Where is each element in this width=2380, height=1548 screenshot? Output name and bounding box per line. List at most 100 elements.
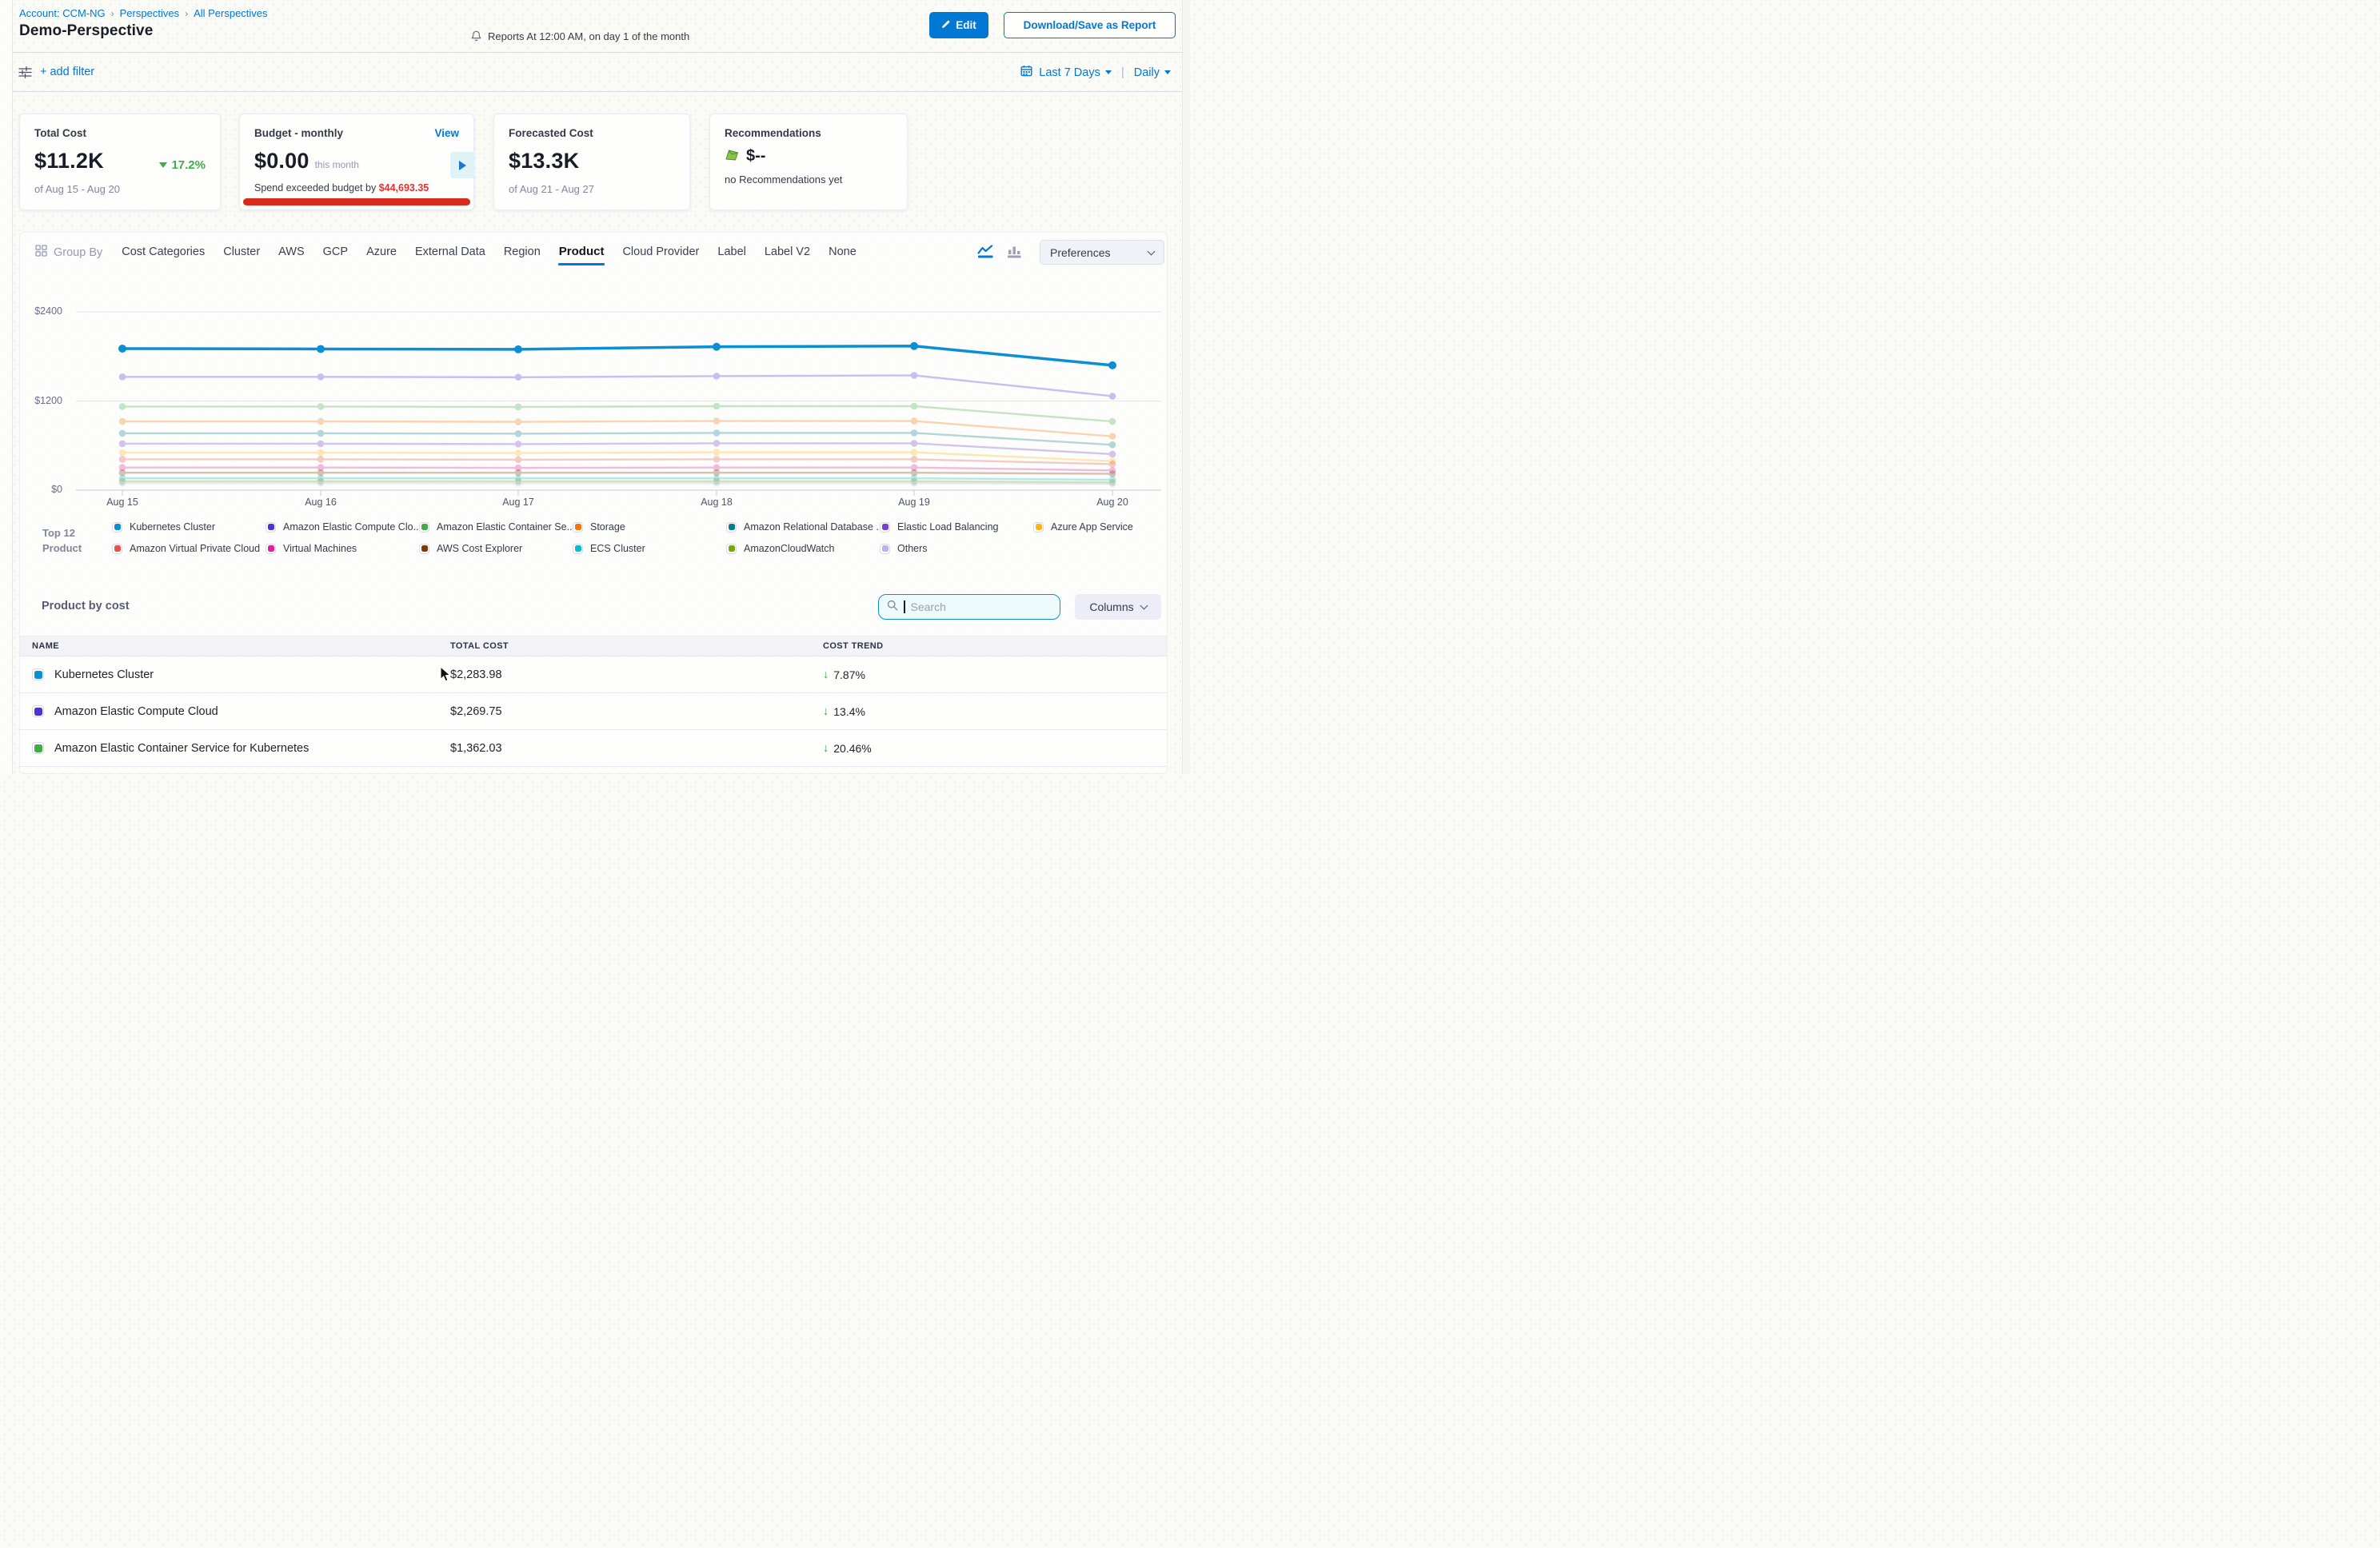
cost-line-chart[interactable]: [76, 305, 1161, 504]
budget-value-note: this month: [315, 159, 359, 170]
recommendations-card: Recommendations $-- no Recommendations y…: [709, 114, 908, 210]
caret-down-icon: [1105, 70, 1112, 74]
calendar-icon: [1020, 65, 1032, 80]
legend-label: Amazon Elastic Compute Clo...: [283, 521, 421, 533]
total-cost-trend-value: 17.2%: [171, 158, 206, 172]
row-cost-trend: ↓20.46%: [823, 742, 1167, 755]
download-save-report-button[interactable]: Download/Save as Report: [1004, 12, 1176, 38]
total-cost-trend: 17.2%: [159, 158, 206, 172]
trend-value: 20.46%: [833, 742, 871, 755]
row-color-swatch: [32, 705, 44, 717]
scrollbar-track[interactable]: [1182, 0, 1190, 774]
time-range-controls: Last 7 Days | Daily: [1020, 65, 1171, 80]
budget-exceeded-text: Spend exceeded budget by $44,693.35: [254, 182, 459, 194]
breadcrumb-all-perspectives[interactable]: All Perspectives: [194, 7, 267, 19]
triangle-down-icon: [159, 162, 167, 168]
breadcrumb-separator-icon: ›: [111, 8, 114, 19]
report-schedule-text: Reports At 12:00 AM, on day 1 of the mon…: [488, 30, 689, 42]
row-color-swatch: [32, 742, 44, 754]
legend-item-ecs-cluster[interactable]: ECS Cluster: [573, 543, 726, 554]
legend-title-line1: Top 12: [42, 525, 82, 541]
legend-item-amazon-relational-database[interactable]: Amazon Relational Database ...: [726, 521, 880, 533]
budget-exceeded-amount: $44,693.35: [379, 182, 429, 194]
legend-swatch: [419, 544, 429, 554]
add-filter-button[interactable]: + add filter: [40, 66, 94, 78]
chart-series-aws-cost-explorer: [119, 469, 1116, 477]
legend-swatch: [266, 544, 276, 554]
legend-item-azure-app-service[interactable]: Azure App Service: [1033, 521, 1187, 533]
breadcrumb-separator-icon: ›: [185, 8, 188, 19]
trend-arrow-down-icon: ↓: [823, 668, 829, 681]
bar-chart-icon[interactable]: [1007, 245, 1022, 262]
row-name: Amazon Elastic Compute Cloud: [54, 705, 218, 718]
legend-item-amazoncloudwatch[interactable]: AmazonCloudWatch: [726, 543, 880, 554]
legend-title: Top 12 Product: [42, 525, 82, 556]
group-by-tab-label-v2[interactable]: Label V2: [765, 245, 810, 260]
budget-expand-button[interactable]: [450, 152, 474, 178]
column-header-cost-trend[interactable]: COST TREND: [823, 641, 1167, 651]
legend-item-storage[interactable]: Storage: [573, 521, 726, 533]
legend-item-kubernetes-cluster[interactable]: Kubernetes Cluster: [112, 521, 266, 533]
group-by-tab-aws[interactable]: AWS: [278, 245, 305, 260]
group-by-tab-cluster[interactable]: Cluster: [223, 245, 260, 260]
filter-sliders-icon[interactable]: [18, 66, 33, 83]
group-by-text: Group By: [54, 246, 102, 259]
column-header-name[interactable]: NAME: [32, 641, 450, 651]
x-axis-tick-label: Aug 15: [106, 497, 138, 508]
bell-icon: [470, 29, 482, 44]
legend-label: Azure App Service: [1051, 521, 1133, 533]
line-chart-icon[interactable]: [977, 245, 994, 262]
group-by-tab-external-data[interactable]: External Data: [415, 245, 485, 260]
group-by-tab-cloud-provider[interactable]: Cloud Provider: [622, 245, 699, 260]
group-by-tab-none[interactable]: None: [829, 245, 857, 260]
legend-item-elastic-load-balancing[interactable]: Elastic Load Balancing: [880, 521, 1033, 533]
x-axis-tick-label: Aug 19: [898, 497, 930, 508]
group-by-tab-product[interactable]: Product: [559, 245, 605, 260]
time-range-dropdown[interactable]: Last 7 Days: [1039, 66, 1112, 79]
legend-title-line2: Product: [42, 541, 82, 556]
budget-value: $0.00: [254, 149, 309, 174]
edit-button[interactable]: Edit: [929, 12, 988, 38]
budget-view-link[interactable]: View: [434, 127, 459, 139]
legend-item-virtual-machines[interactable]: Virtual Machines: [266, 543, 419, 554]
breadcrumb-perspectives[interactable]: Perspectives: [120, 7, 179, 19]
columns-label: Columns: [1089, 600, 1133, 613]
legend-item-amazon-virtual-private-cloud[interactable]: Amazon Virtual Private Cloud: [112, 543, 266, 554]
legend-label: Amazon Relational Database ...: [744, 521, 885, 533]
breadcrumb: Account: CCM-NG › Perspectives › All Per…: [19, 7, 268, 19]
legend-item-aws-cost-explorer[interactable]: AWS Cost Explorer: [419, 543, 573, 554]
group-by-tab-cost-categories[interactable]: Cost Categories: [122, 245, 205, 260]
group-by-tab-gcp[interactable]: GCP: [323, 245, 348, 260]
table-row-amazon-elastic-container-service-for-kubernetes[interactable]: Amazon Elastic Container Service for Kub…: [20, 730, 1167, 767]
y-axis-tick-label: $1200: [13, 395, 62, 406]
group-by-tab-region[interactable]: Region: [504, 245, 541, 260]
row-name-cell: Kubernetes Cluster: [32, 668, 450, 681]
edit-button-label: Edit: [956, 19, 976, 31]
breadcrumb-account[interactable]: Account: CCM-NG: [19, 7, 106, 19]
chart-series-azure-app-service: [119, 449, 1116, 465]
legend-swatch: [880, 522, 890, 533]
columns-dropdown[interactable]: Columns: [1075, 594, 1161, 620]
total-cost-card: Total Cost $11.2K 17.2% of Aug 15 - Aug …: [19, 114, 221, 210]
chart-type-toggle: [977, 245, 1022, 262]
caret-down-icon: [1164, 70, 1171, 74]
legend-label: Kubernetes Cluster: [130, 521, 215, 533]
grid-icon: [35, 245, 47, 260]
legend-item-others[interactable]: Others: [880, 543, 1033, 554]
granularity-dropdown[interactable]: Daily: [1134, 66, 1171, 79]
legend-item-amazon-elastic-container-se[interactable]: Amazon Elastic Container Se...: [419, 521, 573, 533]
group-by-tabs: Cost Categories Cluster AWS GCP Azure Externa…: [122, 245, 857, 260]
legend-label: ECS Cluster: [590, 543, 645, 554]
forecasted-value: $13.3K: [509, 149, 579, 174]
column-header-total-cost[interactable]: TOTAL COST: [450, 641, 823, 651]
search-input[interactable]: Search: [878, 594, 1060, 620]
preferences-dropdown[interactable]: Preferences: [1040, 240, 1164, 265]
group-by-tab-azure[interactable]: Azure: [366, 245, 397, 260]
group-by-tab-label[interactable]: Label: [717, 245, 745, 260]
y-axis-tick-label: $0: [13, 484, 62, 495]
table-row-amazon-elastic-compute-cloud[interactable]: Amazon Elastic Compute Cloud$2,269.75↓13…: [20, 693, 1167, 730]
table-row-kubernetes-cluster[interactable]: Kubernetes Cluster$2,283.98↓7.87%: [20, 656, 1167, 693]
table-header-row: NAME TOTAL COST COST TREND: [20, 636, 1167, 656]
legend-item-amazon-elastic-compute-clo[interactable]: Amazon Elastic Compute Clo...: [266, 521, 419, 533]
row-cost-trend: ↓13.4%: [823, 705, 1167, 718]
